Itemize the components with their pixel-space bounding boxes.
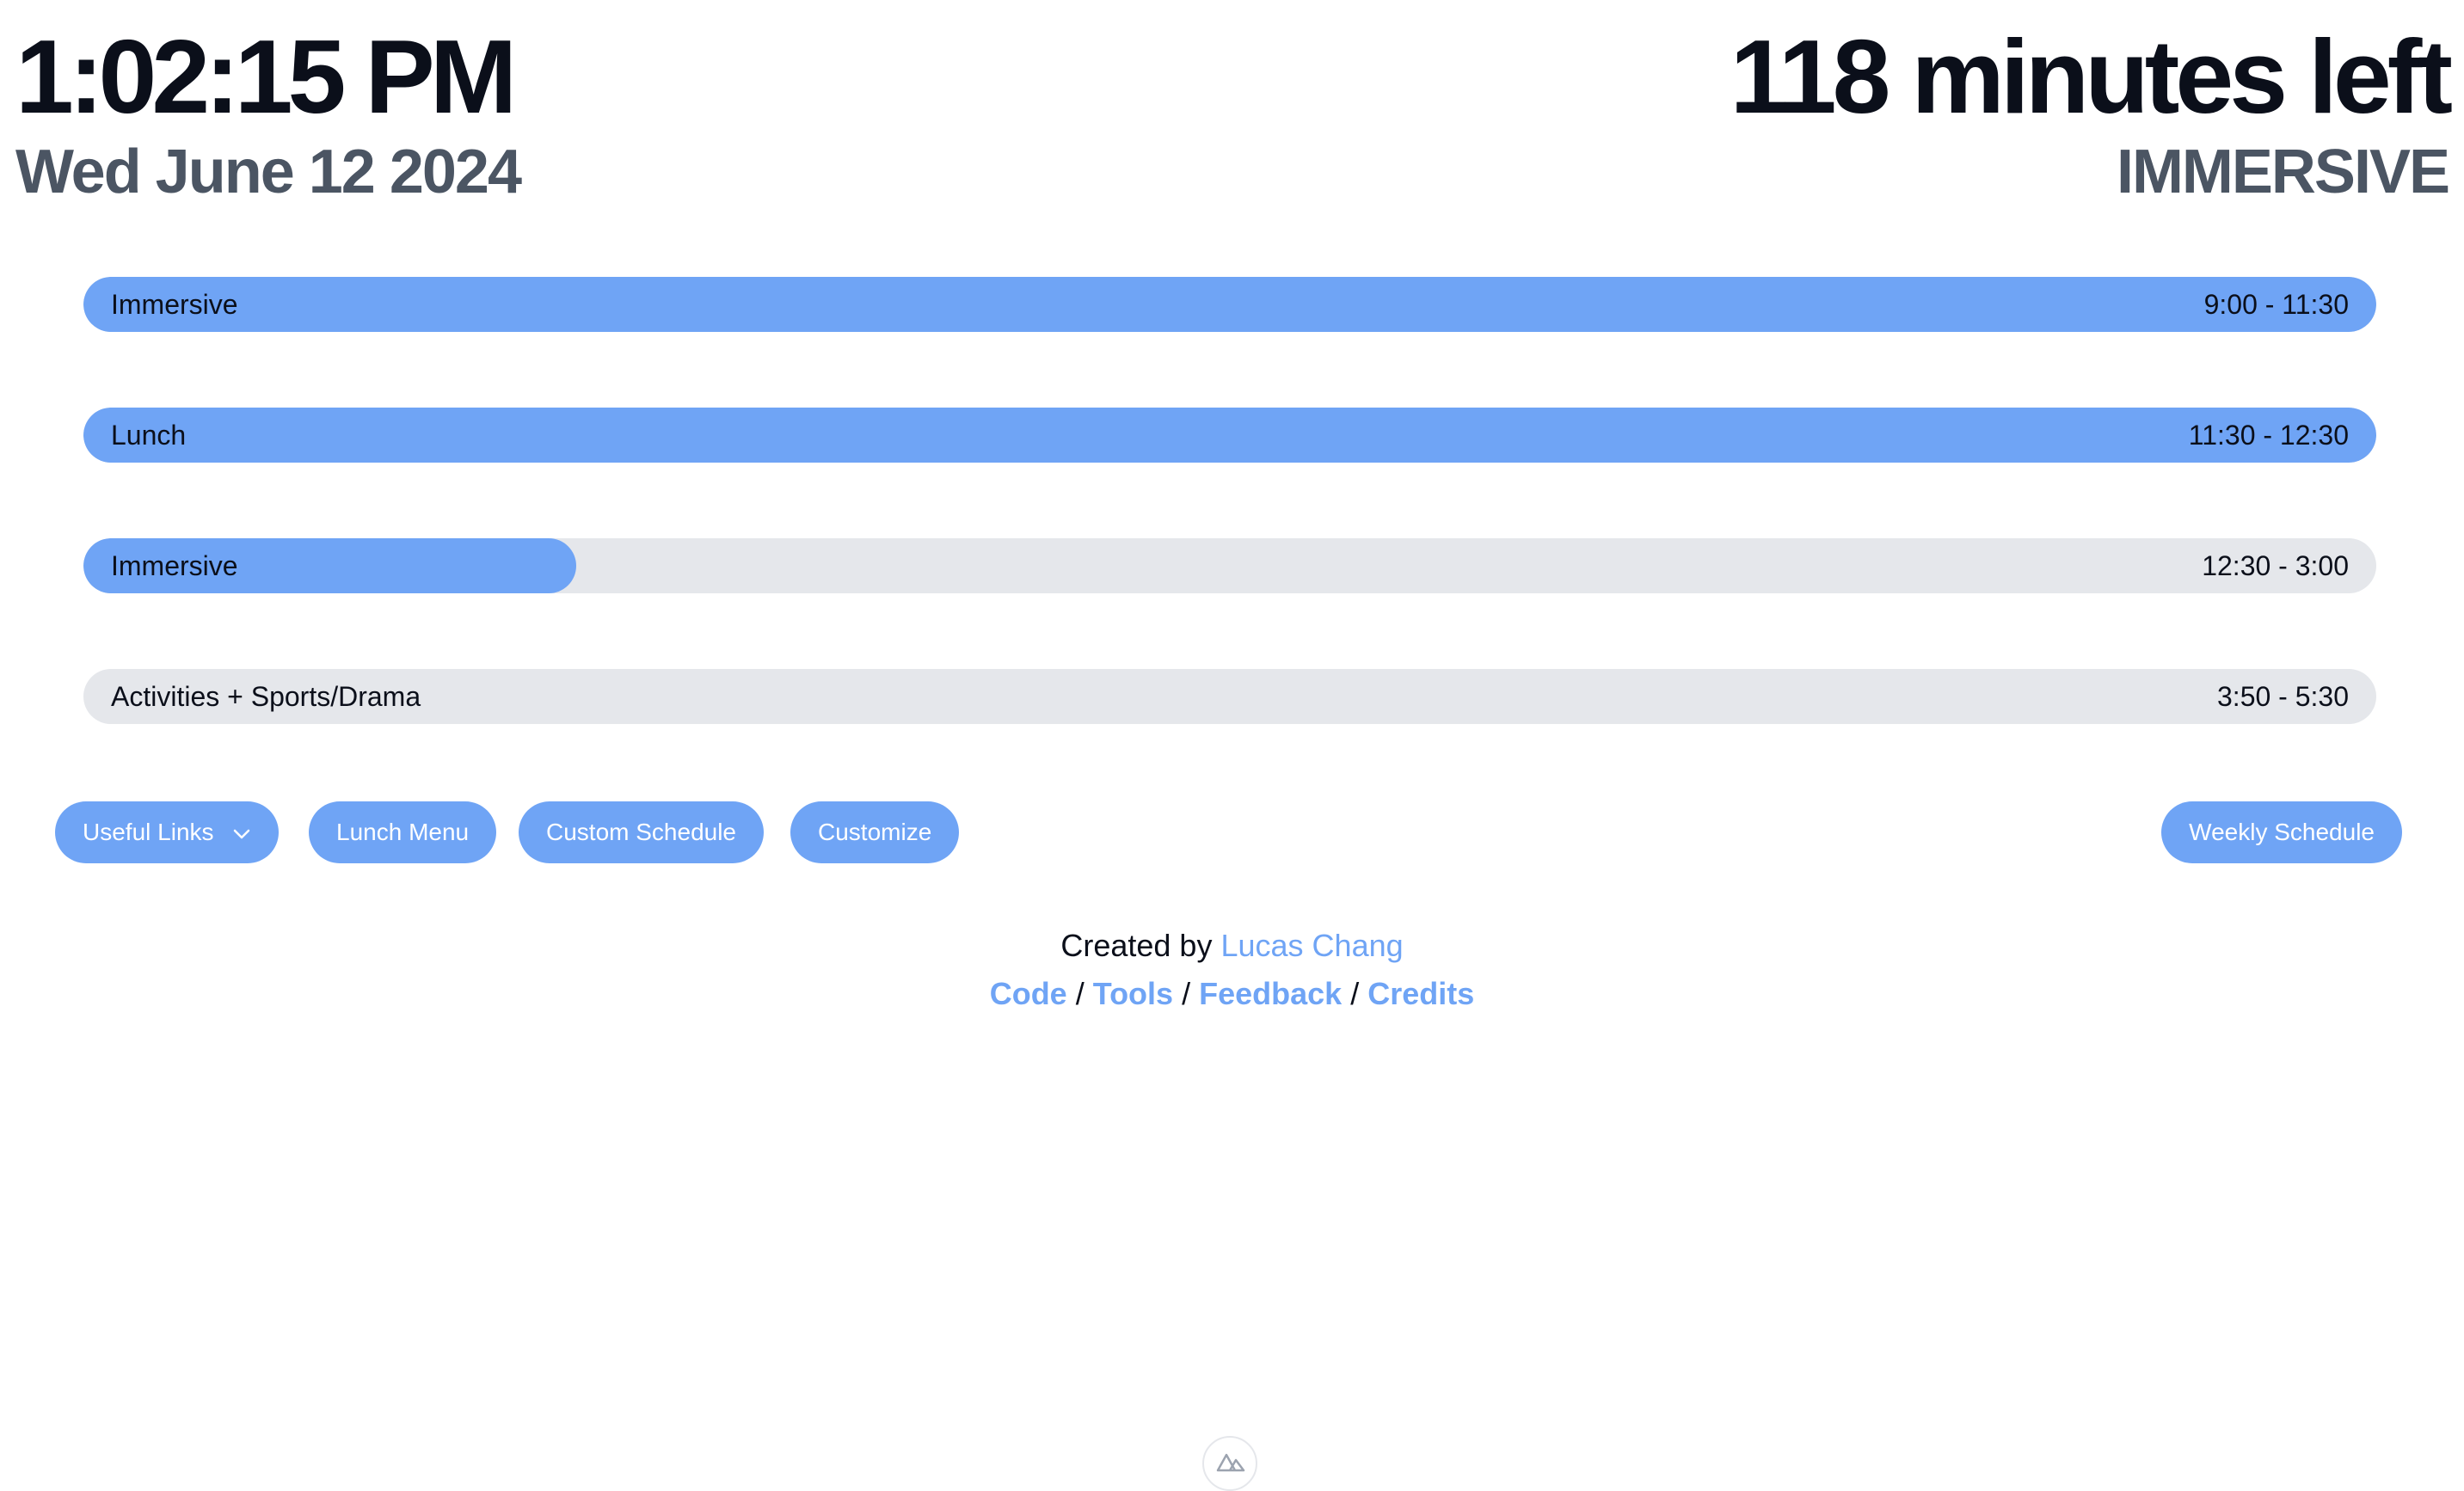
- clock-block: 1:02:15 PM Wed June 12 2024: [15, 18, 522, 206]
- lunch-menu-button[interactable]: Lunch Menu: [309, 801, 497, 863]
- schedule-list: Immersive 9:00 - 11:30 Lunch 11:30 - 12:…: [83, 277, 2376, 800]
- period-time-range: 12:30 - 3:00: [2202, 550, 2349, 581]
- nuxt-logo-icon: [1216, 1453, 1245, 1472]
- current-time: 1:02:15 PM: [15, 18, 517, 135]
- period-progress-fill: [83, 408, 2376, 463]
- weekly-schedule-button[interactable]: Weekly Schedule: [2161, 801, 2402, 863]
- link-separator: /: [1075, 976, 1085, 1011]
- link-separator: /: [1182, 976, 1191, 1011]
- feedback-link[interactable]: Feedback: [1199, 976, 1342, 1011]
- period-bar: Activities + Sports/Drama 3:50 - 5:30: [83, 669, 2376, 724]
- credits-link[interactable]: Credits: [1367, 976, 1474, 1011]
- credit-line: Created by Lucas Chang: [0, 922, 2464, 970]
- toolbar: Useful Links Lunch Menu Custom Schedule …: [55, 801, 2402, 863]
- period-time-range: 9:00 - 11:30: [2203, 289, 2349, 320]
- chevron-down-icon: [232, 801, 251, 863]
- devtools-badge[interactable]: [1202, 1436, 1257, 1491]
- footer: Created by Lucas Chang Code / Tools / Fe…: [0, 922, 2464, 1018]
- period-name: Activities + Sports/Drama: [111, 681, 421, 712]
- period-name: Immersive: [111, 289, 238, 320]
- link-separator: /: [1350, 976, 1360, 1011]
- header: 1:02:15 PM Wed June 12 2024 118 minutes …: [0, 0, 2464, 206]
- current-date: Wed June 12 2024: [15, 138, 522, 206]
- useful-links-label: Useful Links: [83, 819, 214, 845]
- period-bar: Immersive 12:30 - 3:00: [83, 538, 2376, 593]
- period-time-range: 3:50 - 5:30: [2217, 681, 2349, 712]
- useful-links-button[interactable]: Useful Links: [55, 801, 280, 863]
- period-progress-fill: [83, 277, 2376, 332]
- period-name: Lunch: [111, 420, 187, 451]
- created-by-text: Created by: [1060, 928, 1213, 963]
- status-block: 118 minutes left IMMERSIVE: [1730, 18, 2453, 206]
- author-link[interactable]: Lucas Chang: [1220, 928, 1403, 963]
- period-bar: Immersive 9:00 - 11:30: [83, 277, 2376, 332]
- code-link[interactable]: Code: [990, 976, 1067, 1011]
- current-period-label: IMMERSIVE: [2116, 138, 2450, 206]
- tools-link[interactable]: Tools: [1093, 976, 1173, 1011]
- custom-schedule-button[interactable]: Custom Schedule: [519, 801, 765, 863]
- time-remaining: 118 minutes left: [1730, 18, 2453, 135]
- period-time-range: 11:30 - 12:30: [2188, 420, 2349, 451]
- footer-links: Code / Tools / Feedback / Credits: [0, 970, 2464, 1018]
- period-name: Immersive: [111, 550, 238, 581]
- customize-button[interactable]: Customize: [790, 801, 960, 863]
- period-bar: Lunch 11:30 - 12:30: [83, 408, 2376, 463]
